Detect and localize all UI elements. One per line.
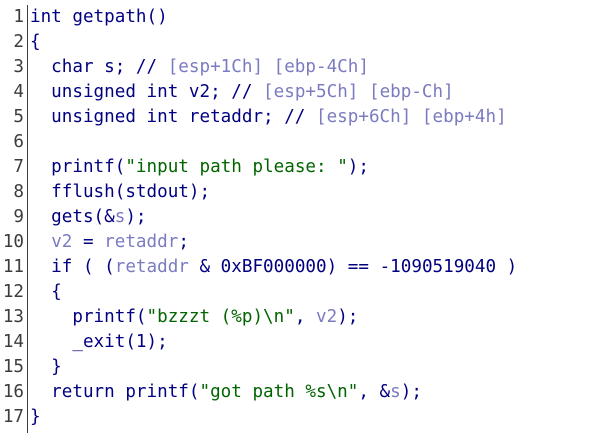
code-token-var[interactable]: retaddr [115,257,189,277]
code-line[interactable]: 12 { [0,280,594,305]
code-token-var[interactable]: v2 [316,307,337,327]
code-token-cmt: [esp+5Ch] [ebp-Ch] [263,82,454,102]
line-number: 9 [13,207,24,227]
line-number: 6 [13,132,24,152]
line-number: 13 [2,307,24,327]
code-token-cmt: [esp+1Ch] [ebp-4Ch] [167,57,369,77]
code-line[interactable]: 2{ [0,30,594,55]
code-token-plain: int getpath() [30,7,168,27]
code-line[interactable]: 10 v2 = retaddr; [0,230,594,255]
line-number: 3 [13,57,24,77]
line-number: 16 [2,382,24,402]
line-number: 11 [2,257,24,277]
code-token-plain: return printf( [30,382,200,402]
line-number: 14 [2,332,24,352]
code-token-plain: fflush(stdout); [30,182,211,202]
line-number: 2 [13,32,24,52]
code-token-var[interactable]: s [115,207,126,227]
code-token-plain: char s; // [30,57,168,77]
code-token-str: "bzzzt (%p)\n" [146,307,295,327]
code-text: { [30,30,41,55]
line-number: 17 [2,407,24,427]
code-token-plain: if ( ( [30,257,115,277]
code-token-plain: ; [178,232,189,252]
code-token-plain: , [294,307,317,327]
code-token-str: "got path %s\n" [199,382,359,402]
line-number: 8 [13,182,24,202]
code-line[interactable]: 17} [0,405,594,430]
code-line[interactable]: 16 return printf("got path %s\n", &s); [0,380,594,405]
code-text: char s; // [esp+1Ch] [ebp-4Ch] [30,55,369,80]
code-token-plain: = [72,232,105,252]
line-number: 10 [2,232,24,252]
code-text: v2 = retaddr; [30,230,189,255]
code-text: gets(&s); [30,205,147,230]
code-token-plain: , & [358,382,391,402]
code-token-plain: ); [400,382,422,402]
line-number: 15 [2,357,24,377]
code-line[interactable]: 8 fflush(stdout); [0,180,594,205]
code-line[interactable]: 3 char s; // [esp+1Ch] [ebp-4Ch] [0,55,594,80]
code-token-plain: ); [125,207,147,227]
code-line[interactable]: 11 if ( (retaddr & 0xBF000000) == -10905… [0,255,594,280]
code-token-plain: printf( [30,307,147,327]
line-number: 12 [2,282,24,302]
code-text: return printf("got path %s\n", &s); [30,380,422,405]
code-token-plain: ); [337,307,359,327]
code-text: fflush(stdout); [30,180,210,205]
code-token-plain: unsigned int v2; // [30,82,264,102]
code-token-plain: { [30,282,62,302]
code-line[interactable]: 13 printf("bzzzt (%p)\n", v2); [0,305,594,330]
code-line[interactable]: 14 _exit(1); [0,330,594,355]
code-token-plain: } [30,357,62,377]
code-text: unsigned int v2; // [esp+5Ch] [ebp-Ch] [30,80,454,105]
code-token-plain: printf( [30,157,126,177]
line-number: 4 [13,82,24,102]
code-token-plain: gets(& [30,207,115,227]
pseudocode-view[interactable]: 1 int getpath() 2{3 char s; // [esp+1Ch] [… [0,0,594,440]
code-line[interactable]: 9 gets(&s); [0,205,594,230]
code-token-plain: & 0xBF000000) == -1090519040 ) [188,257,518,277]
line-number: 7 [13,157,24,177]
code-text: printf("input path please: "); [30,155,369,180]
code-line[interactable]: 15 } [0,355,594,380]
code-token-var[interactable]: s [390,382,401,402]
code-line[interactable]: 6 [0,130,594,155]
code-line[interactable]: 5 unsigned int retaddr; // [esp+6Ch] [eb… [0,105,594,130]
code-token-plain: ); [347,157,369,177]
code-text: printf("bzzzt (%p)\n", v2); [30,305,358,330]
code-token-plain: unsigned int retaddr; // [30,107,316,127]
code-text: int getpath() [30,5,168,30]
line-number: 5 [13,107,24,127]
code-token-str: "input path please: " [125,157,348,177]
code-text: _exit(1); [30,330,168,355]
code-token-plain: } [30,407,41,427]
line-number: 1 [13,7,24,27]
code-line[interactable]: 7 printf("input path please: "); [0,155,594,180]
code-line[interactable]: 4 unsigned int v2; // [esp+5Ch] [ebp-Ch] [0,80,594,105]
code-text: { [30,280,62,305]
code-token-plain: _exit(1); [30,332,168,352]
code-text: } [30,355,62,380]
code-text: unsigned int retaddr; // [esp+6Ch] [ebp+… [30,105,507,130]
code-token-plain: { [30,32,41,52]
code-text: if ( (retaddr & 0xBF000000) == -10905190… [30,255,517,280]
code-text: } [30,405,41,430]
code-line[interactable]: 1 int getpath() [0,5,594,30]
code-token-var[interactable]: retaddr [104,232,178,252]
code-token-var[interactable]: v2 [51,232,72,252]
code-token-cmt: [esp+6Ch] [ebp+4h] [316,107,507,127]
